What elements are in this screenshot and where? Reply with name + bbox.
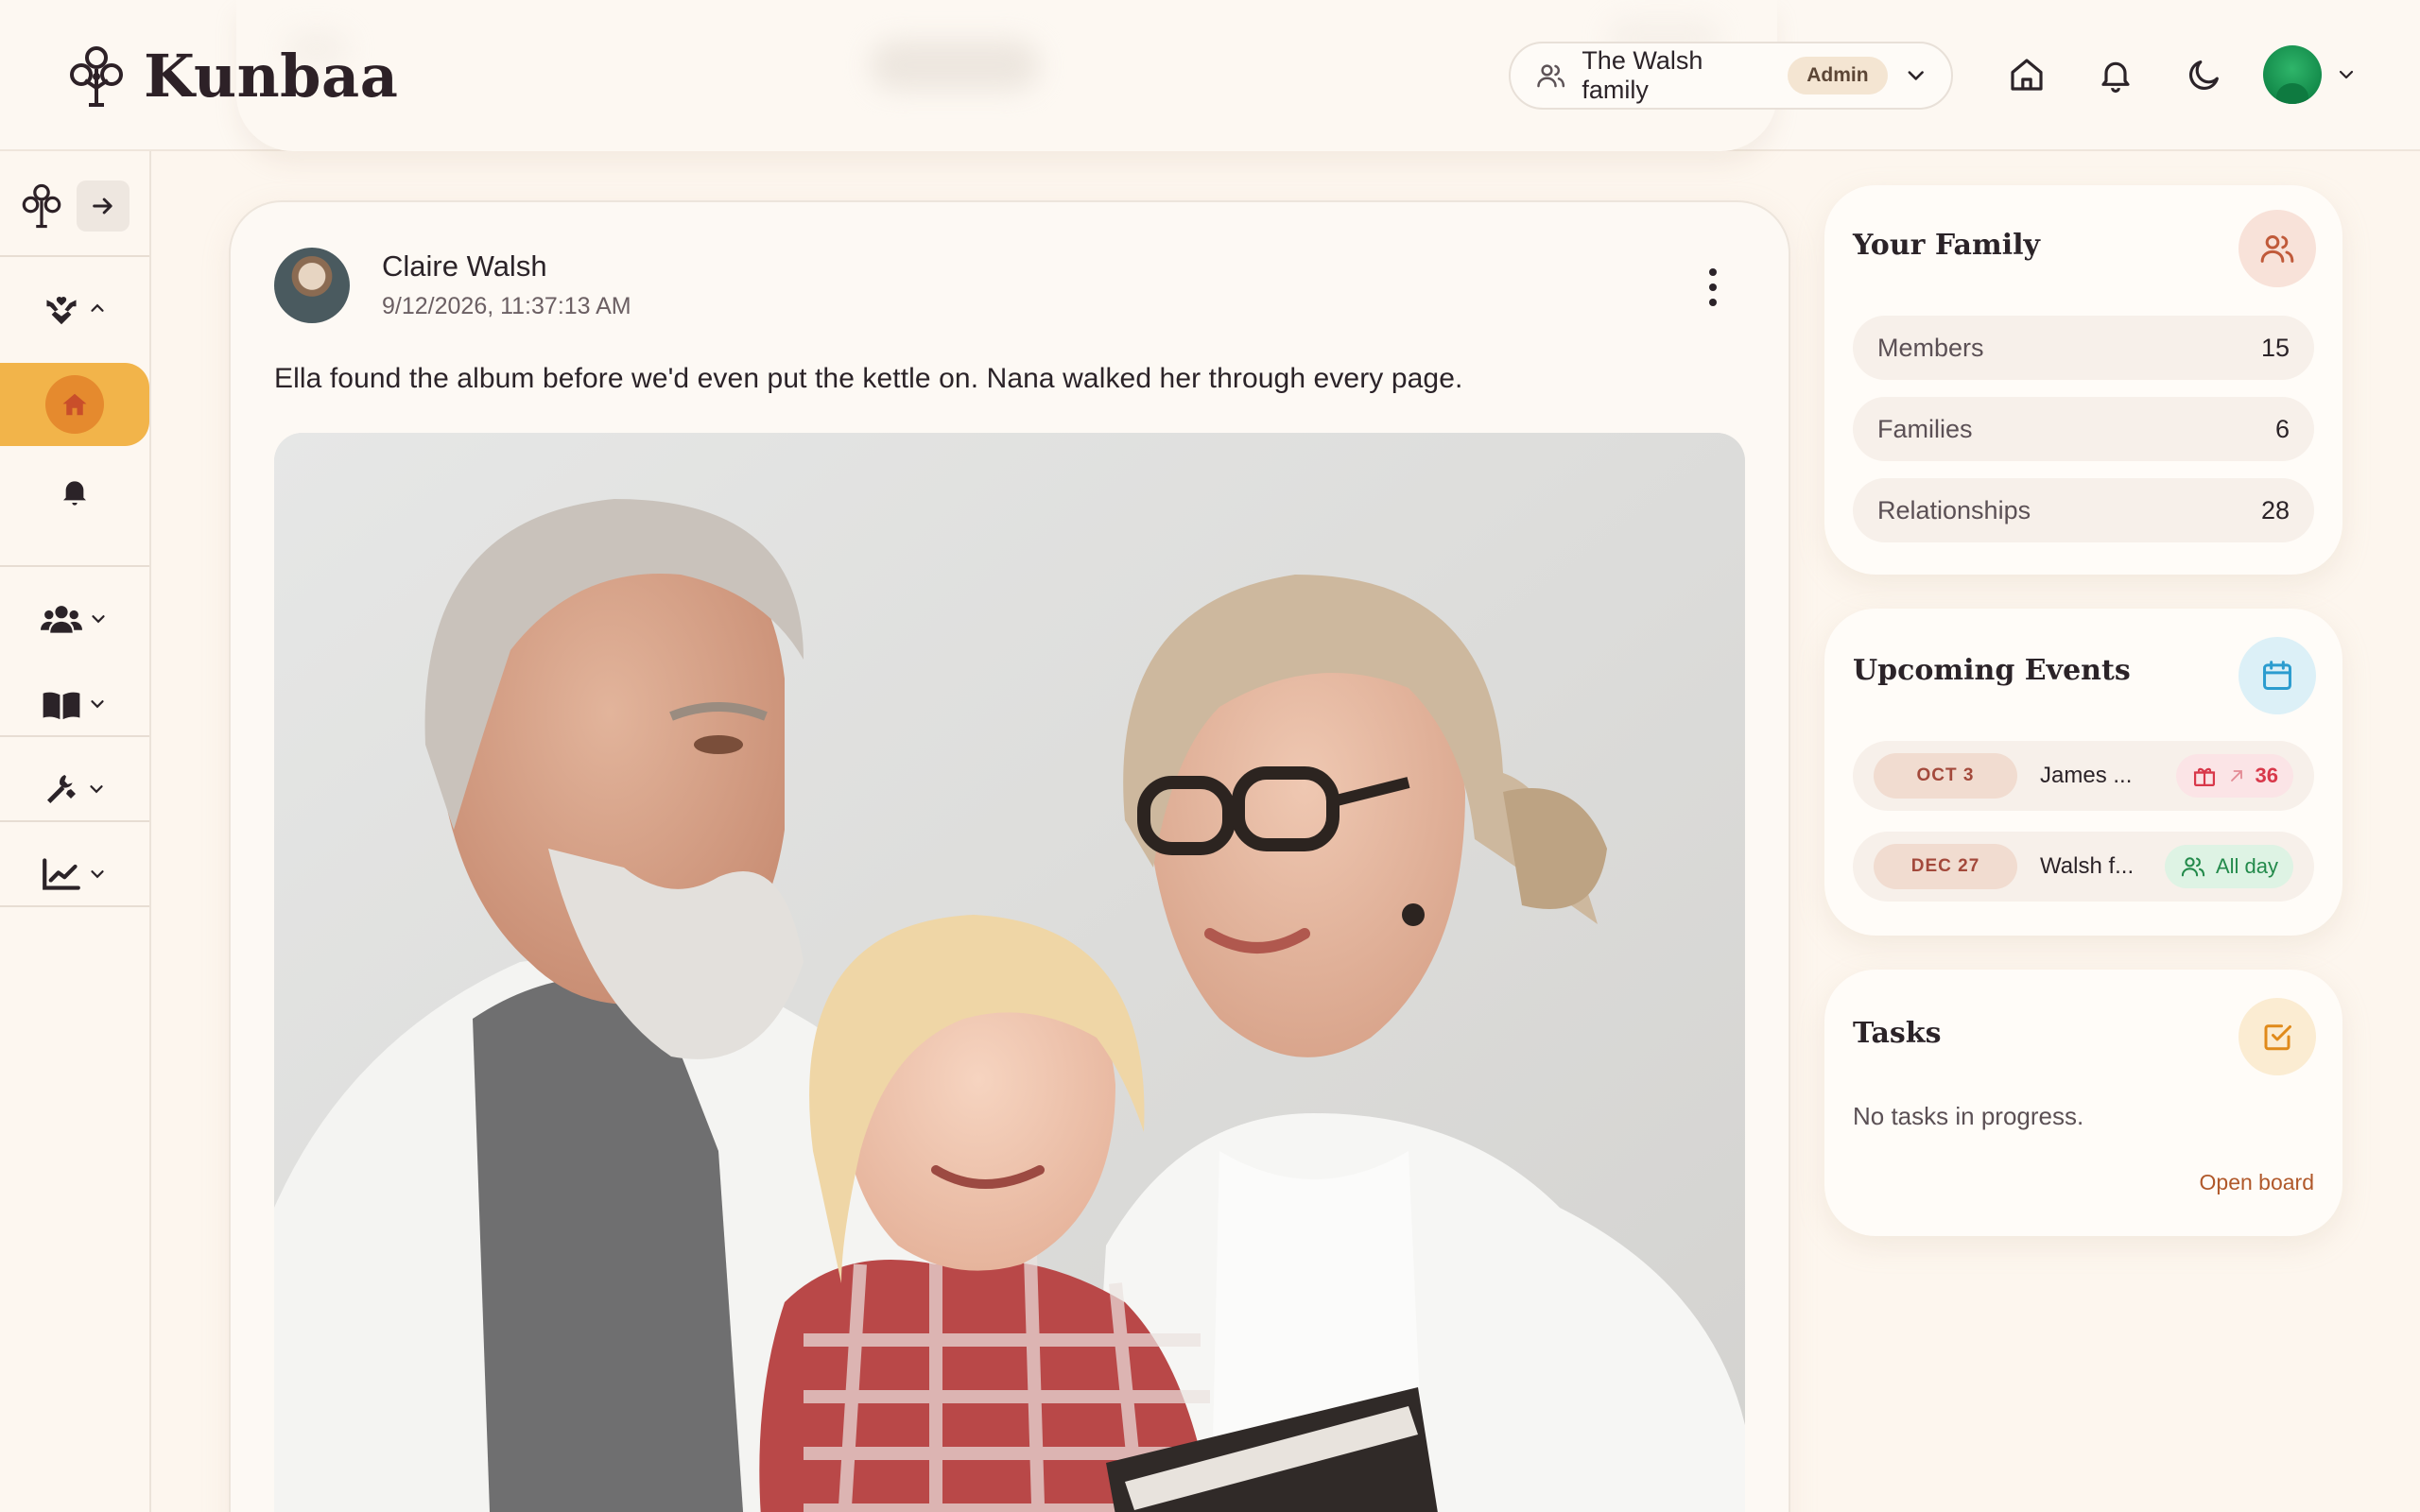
- sidebar-item-stories[interactable]: [0, 671, 149, 737]
- tasks-empty-text: No tasks in progress.: [1853, 1102, 2084, 1130]
- avatar: [2263, 45, 2322, 104]
- calendar-button[interactable]: [2238, 637, 2316, 714]
- home-icon: [62, 393, 87, 416]
- family-card-button[interactable]: [2238, 210, 2316, 287]
- bell-icon: [2101, 61, 2130, 93]
- divider: [0, 565, 149, 567]
- open-board-link[interactable]: Open board: [2200, 1170, 2314, 1195]
- family-photo-illustration: [274, 433, 1745, 1512]
- post-photo[interactable]: [274, 433, 1745, 1512]
- checkbox-icon: [2264, 1024, 2291, 1051]
- dot: [1709, 299, 1717, 306]
- event-row[interactable]: OCT 3 James ... 36: [1853, 741, 2314, 811]
- stat-row-relationships[interactable]: Relationships 28: [1853, 478, 2314, 542]
- event-date: OCT 3: [1874, 753, 2017, 799]
- arrow-right-icon: [93, 198, 112, 215]
- tools-icon: [47, 775, 76, 803]
- event-tag-label: 36: [2255, 764, 2278, 787]
- sidebar-item-home[interactable]: [0, 363, 149, 446]
- event-name: Walsh f...: [2040, 853, 2135, 879]
- stat-label: Members: [1877, 333, 1984, 362]
- users-icon: [1537, 64, 1565, 88]
- sidebar-item-insights[interactable]: [0, 841, 149, 907]
- family-switcher[interactable]: The Walsh family Admin: [1509, 42, 1953, 110]
- home-button[interactable]: [2004, 52, 2049, 97]
- stat-value: 28: [2260, 495, 2290, 524]
- chevron-down-icon: [1908, 71, 1924, 80]
- users-icon: [41, 606, 82, 633]
- sidebar-item-notifications[interactable]: [0, 467, 149, 516]
- event-tag-birthday: 36: [2175, 754, 2293, 798]
- chevron-down-icon: [92, 615, 105, 624]
- sidebar-item-tools[interactable]: [0, 756, 149, 822]
- user-menu[interactable]: [2263, 45, 2358, 104]
- dot: [1709, 268, 1717, 276]
- event-date: DEC 27: [1874, 844, 2017, 889]
- divider: [0, 907, 149, 909]
- blurred-content: [870, 40, 1040, 91]
- dot: [1709, 284, 1717, 291]
- sidebar-expand-button[interactable]: [77, 180, 130, 232]
- app-logo[interactable]: Kunbaa: [66, 42, 398, 111]
- role-badge: Admin: [1788, 57, 1888, 94]
- chevron-down-icon: [2339, 70, 2354, 79]
- author-avatar[interactable]: [274, 248, 350, 323]
- post-options-button[interactable]: [1703, 268, 1722, 306]
- post-timestamp: 9/12/2026, 11:37:13 AM: [382, 293, 631, 319]
- family-tree-logo-icon: [70, 45, 123, 107]
- divider: [0, 255, 149, 257]
- arrow-up-right-icon: [2230, 770, 2242, 782]
- users-icon: [2181, 857, 2205, 877]
- book-icon: [43, 692, 80, 720]
- chevron-up-icon: [91, 303, 104, 312]
- app-name: Kunbaa: [144, 42, 399, 111]
- post-text: Ella found the album before we'd even pu…: [274, 363, 1463, 394]
- your-family-card: Your Family Members 15 Families 6 Relati…: [1824, 185, 2342, 575]
- chevron-down-icon: [91, 700, 104, 709]
- home-icon: [2011, 59, 2043, 91]
- upcoming-events-card: Upcoming Events OCT 3 James ... 36 DEC 2…: [1824, 609, 2342, 936]
- stat-label: Families: [1877, 414, 1973, 443]
- sidebar-header: [0, 172, 149, 240]
- event-row[interactable]: DEC 27 Walsh f... All day: [1853, 832, 2314, 902]
- users-icon: [2260, 234, 2294, 263]
- tasks-button[interactable]: [2238, 998, 2316, 1075]
- stat-value: 15: [2260, 333, 2290, 362]
- event-name: James ...: [2040, 763, 2133, 788]
- card-title: Upcoming Events: [1853, 654, 2131, 687]
- sidebar: [0, 151, 151, 1512]
- chevron-down-icon: [91, 870, 104, 879]
- event-tag-all-day: All day: [2164, 845, 2293, 888]
- moon-icon: [2188, 60, 2219, 91]
- tasks-card: Tasks No tasks in progress. Open board: [1824, 970, 2342, 1236]
- stat-label: Relationships: [1877, 495, 2031, 524]
- sidebar-item-family-tree[interactable]: [0, 284, 149, 333]
- hands-heart-icon: [46, 297, 77, 325]
- calendar-icon: [2263, 661, 2291, 690]
- family-tree-icon[interactable]: [20, 181, 63, 231]
- chart-icon: [43, 858, 80, 890]
- post-author[interactable]: Claire Walsh: [382, 249, 547, 284]
- stat-row-families[interactable]: Families 6: [1853, 397, 2314, 461]
- sidebar-item-members[interactable]: [0, 586, 149, 652]
- gift-icon: [2193, 767, 2215, 787]
- event-tag-label: All day: [2215, 854, 2278, 878]
- theme-toggle-button[interactable]: [2182, 52, 2227, 97]
- stat-row-members[interactable]: Members 15: [1853, 316, 2314, 380]
- card-title: Your Family: [1853, 229, 2040, 262]
- notifications-button[interactable]: [2093, 52, 2138, 97]
- card-title: Tasks: [1853, 1017, 1942, 1050]
- family-name: The Walsh family: [1582, 46, 1703, 104]
- top-header: Kunbaa The Walsh family Admin: [0, 0, 2420, 151]
- chevron-down-icon: [90, 785, 103, 794]
- bell-icon: [63, 481, 86, 506]
- post-card: Claire Walsh 9/12/2026, 11:37:13 AM Ella…: [229, 200, 1790, 1512]
- stat-value: 6: [2274, 414, 2290, 443]
